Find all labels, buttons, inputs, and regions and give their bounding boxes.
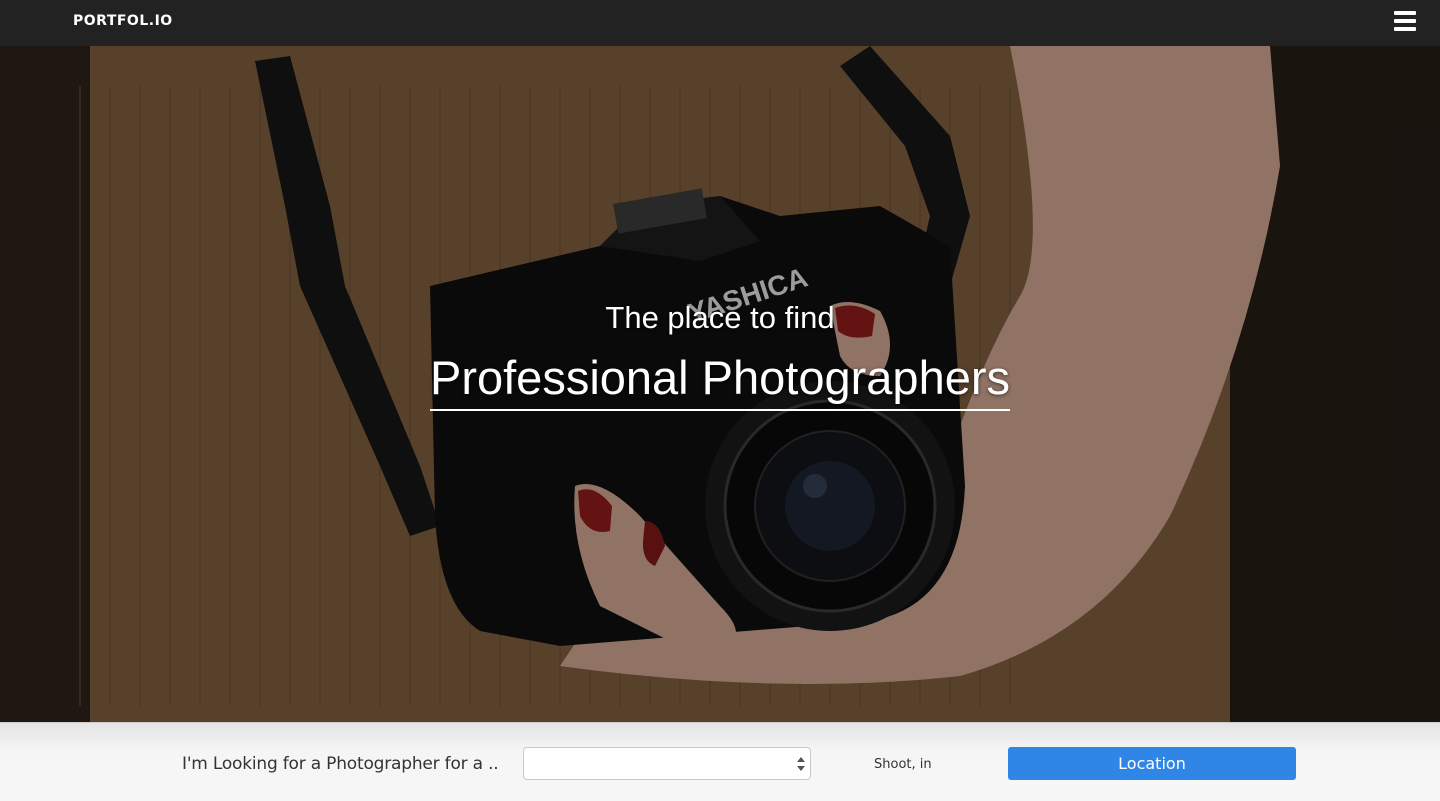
location-button[interactable]: Location [1008, 747, 1296, 780]
logo[interactable]: PORTFOL.IO [73, 13, 173, 29]
hero-text-container: The place to find Professional Photograp… [0, 46, 1440, 722]
select-arrows-icon [797, 757, 805, 771]
hero-section: YASHICA The place to find Professional P… [0, 46, 1440, 722]
shoot-label: Shoot, in [874, 757, 932, 772]
hero-title: Professional Photographers [429, 350, 1011, 411]
shoot-type-select[interactable] [523, 747, 811, 780]
search-label: I'm Looking for a Photographer for a .. [182, 754, 499, 774]
hero-title-wrap: Professional Photographers [0, 350, 1440, 411]
hamburger-menu-icon[interactable] [1394, 11, 1416, 31]
top-navbar: PORTFOL.IO [0, 0, 1440, 46]
hero-subtitle: The place to find [605, 300, 835, 335]
search-bar: I'm Looking for a Photographer for a .. … [0, 722, 1440, 801]
